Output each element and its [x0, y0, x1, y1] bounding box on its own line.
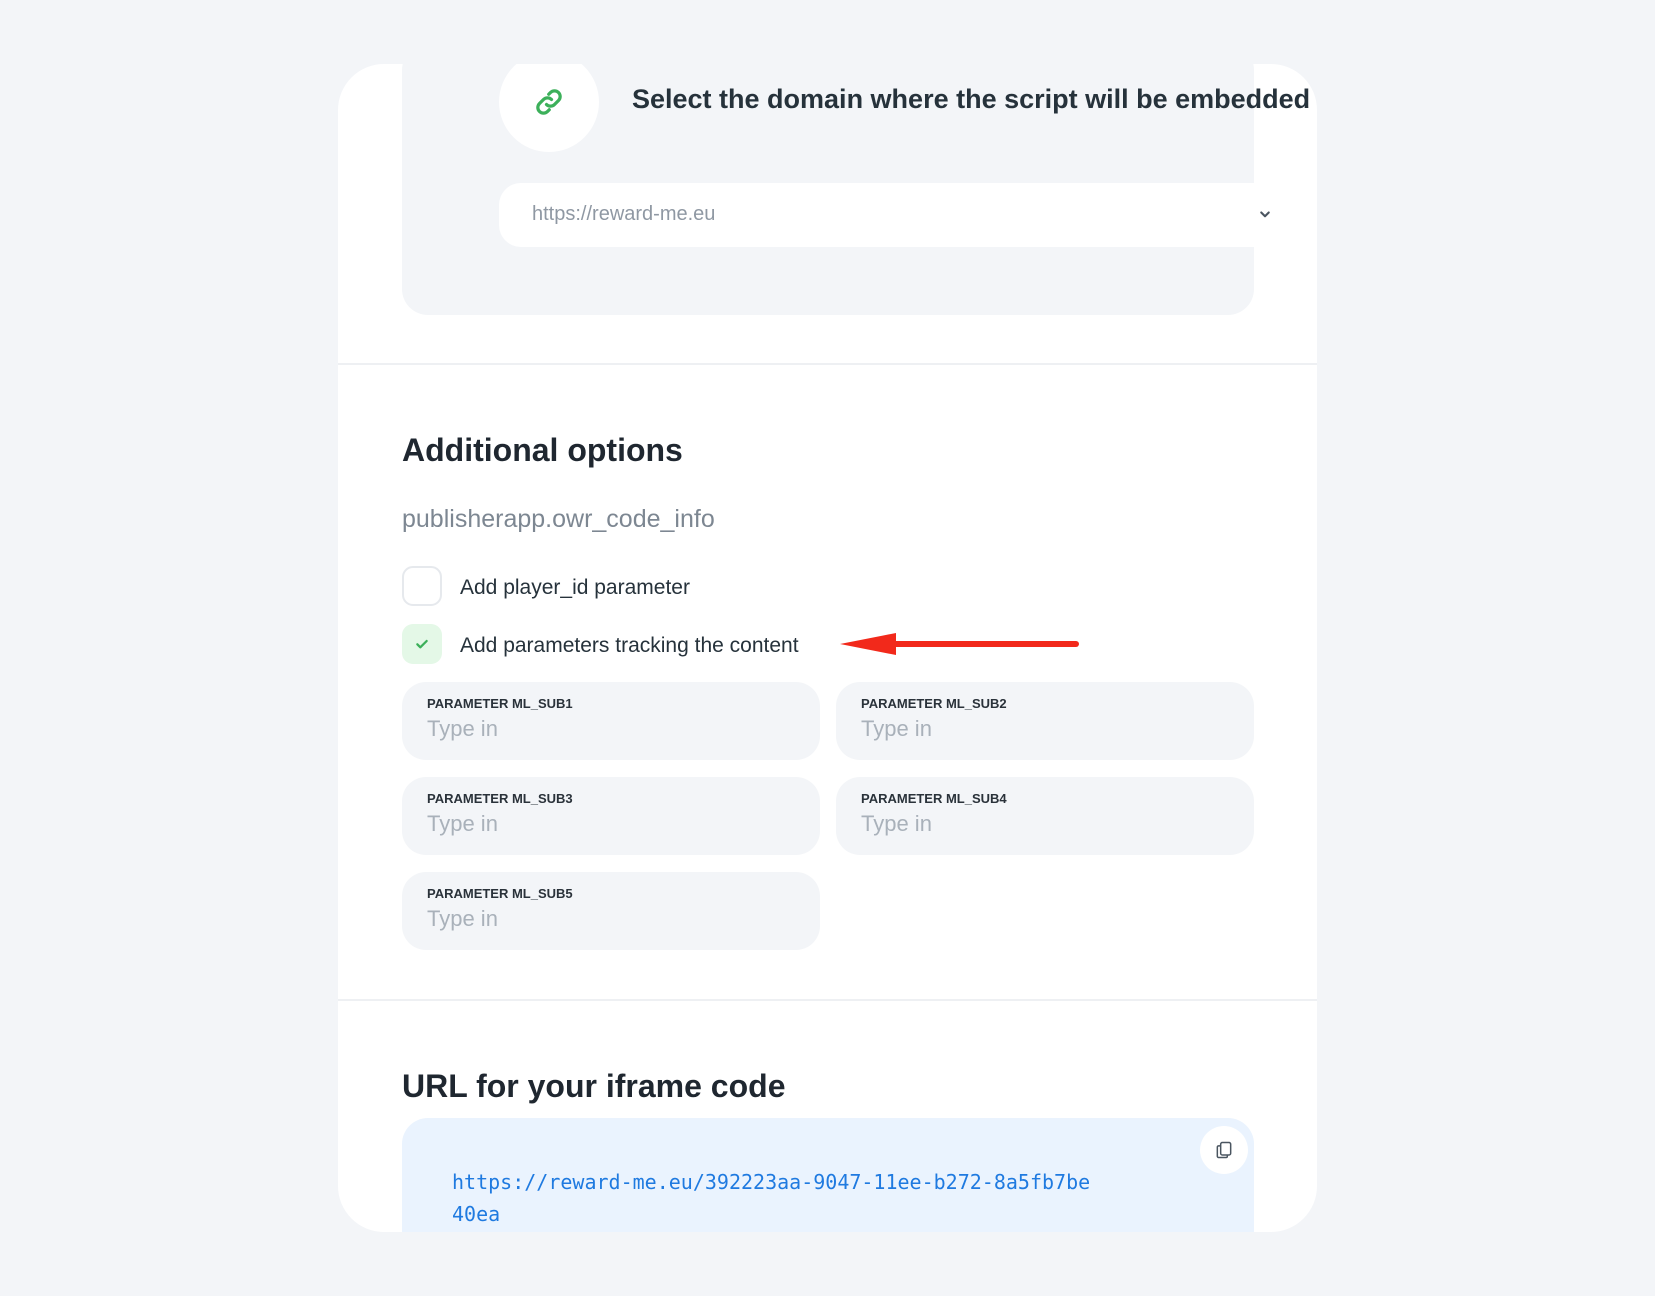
additional-options-title: Additional options: [402, 432, 683, 468]
domain-select[interactable]: https://reward-me.eu: [499, 183, 1286, 247]
settings-card: Select the domain where the script will …: [338, 64, 1317, 1232]
link-icon: [536, 89, 562, 115]
domain-section: Select the domain where the script will …: [402, 64, 1310, 315]
param-ml-sub2-field[interactable]: PARAMETER ML_SUB2: [836, 682, 1254, 760]
param-ml-sub4-input[interactable]: [861, 809, 1221, 839]
iframe-code-box: https://reward-me.eu/392223aa-9047-11ee-…: [402, 1118, 1254, 1232]
iframe-url: https://reward-me.eu/392223aa-9047-11ee-…: [452, 1170, 1091, 1226]
param-ml-sub2-label: PARAMETER ML_SUB2: [861, 696, 1007, 711]
param-ml-sub3-input[interactable]: [427, 809, 787, 839]
iframe-section-title: URL for your iframe code: [402, 1068, 786, 1104]
copy-icon: [1216, 1141, 1232, 1159]
param-ml-sub1-label: PARAMETER ML_SUB1: [427, 696, 573, 711]
param-ml-sub1-field[interactable]: PARAMETER ML_SUB1: [402, 682, 820, 760]
annotation-arrow-icon: [840, 633, 1079, 655]
section-divider: [338, 363, 1317, 365]
domain-section-title: Select the domain where the script will …: [632, 84, 1311, 114]
param-ml-sub1-input[interactable]: [427, 714, 787, 744]
player-id-checkbox-label[interactable]: Add player_id parameter: [460, 576, 690, 600]
param-ml-sub3-field[interactable]: PARAMETER ML_SUB3: [402, 777, 820, 855]
param-ml-sub4-field[interactable]: PARAMETER ML_SUB4: [836, 777, 1254, 855]
tracking-params-checkbox[interactable]: [402, 624, 442, 664]
screenshot-frame: Select the domain where the script will …: [0, 0, 1655, 1296]
additional-options-info: publisherapp.owr_code_info: [402, 505, 715, 533]
checkmark-icon: [416, 639, 428, 649]
param-ml-sub5-label: PARAMETER ML_SUB5: [427, 886, 573, 901]
param-ml-sub3-label: PARAMETER ML_SUB3: [427, 791, 573, 806]
player-id-checkbox[interactable]: [402, 566, 442, 606]
chevron-down-icon: [1260, 211, 1270, 218]
domain-select-value: https://reward-me.eu: [532, 203, 716, 225]
param-ml-sub4-label: PARAMETER ML_SUB4: [861, 791, 1007, 806]
param-ml-sub2-input[interactable]: [861, 714, 1221, 744]
tracking-params-checkbox-label[interactable]: Add parameters tracking the content: [460, 634, 799, 658]
param-ml-sub5-input[interactable]: [427, 904, 787, 934]
link-icon-wrapper: [499, 64, 599, 152]
copy-button[interactable]: [1200, 1126, 1248, 1174]
param-ml-sub5-field[interactable]: PARAMETER ML_SUB5: [402, 872, 820, 950]
section-divider: [338, 999, 1317, 1001]
